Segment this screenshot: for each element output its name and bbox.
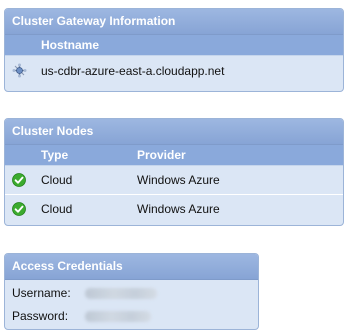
cluster-gateway-panel: Cluster Gateway Information Hostname us-… xyxy=(4,8,344,92)
node-type: Cloud xyxy=(41,173,73,187)
password-value-redacted xyxy=(85,311,151,322)
access-credentials-panel: Access Credentials Username: Password: xyxy=(4,253,259,330)
cluster-gateway-title: Cluster Gateway Information xyxy=(5,9,343,35)
access-credentials-title: Access Credentials xyxy=(5,254,258,280)
provider-column-label: Provider xyxy=(137,148,186,162)
password-row: Password: xyxy=(5,305,258,328)
gateway-hostname: us-cdbr-azure-east-a.cloudapp.net xyxy=(41,64,225,78)
password-label: Password: xyxy=(12,309,69,323)
green-check-icon xyxy=(12,202,26,216)
username-label: Username: xyxy=(12,286,71,300)
nodes-column-header: Type Provider xyxy=(5,145,343,166)
node-row: Cloud Windows Azure xyxy=(5,195,343,223)
cluster-nodes-title: Cluster Nodes xyxy=(5,119,343,145)
node-provider: Windows Azure xyxy=(137,202,220,216)
node-provider: Windows Azure xyxy=(137,173,220,187)
type-column-label: Type xyxy=(41,148,69,162)
gateway-row: us-cdbr-azure-east-a.cloudapp.net xyxy=(5,56,343,86)
network-node-icon xyxy=(12,63,27,78)
cluster-nodes-panel: Cluster Nodes Type Provider Cloud Window… xyxy=(4,118,344,226)
username-value-redacted xyxy=(85,288,157,299)
green-check-icon xyxy=(12,173,26,187)
hostname-column-label: Hostname xyxy=(41,38,100,52)
node-row: Cloud Windows Azure xyxy=(5,166,343,195)
node-type: Cloud xyxy=(41,202,73,216)
username-row: Username: xyxy=(5,282,258,305)
gateway-column-header: Hostname xyxy=(5,35,343,56)
